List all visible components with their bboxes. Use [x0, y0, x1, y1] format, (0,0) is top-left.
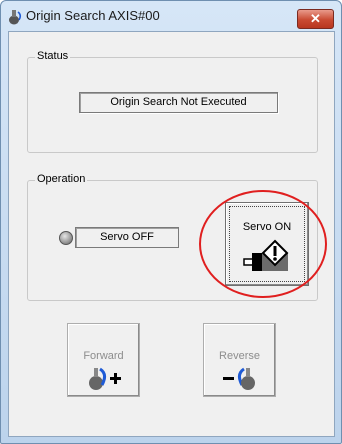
forward-icon: [88, 366, 122, 392]
servo-status-led: [59, 231, 73, 245]
status-group-label: Status: [35, 50, 71, 62]
window-title: Origin Search AXIS#00: [26, 8, 160, 23]
motor-icon: [7, 9, 23, 25]
operation-group-label: Operation: [35, 173, 88, 185]
title-bar[interactable]: Origin Search AXIS#00 ✕: [1, 1, 341, 31]
close-icon: ✕: [310, 11, 321, 26]
reverse-icon: [222, 366, 256, 392]
highlight-ring: [199, 190, 327, 298]
close-button[interactable]: ✕: [297, 9, 334, 29]
origin-search-status-display: Origin Search Not Executed: [79, 92, 278, 113]
forward-label: Forward: [83, 350, 124, 362]
servo-state-display: Servo OFF: [75, 227, 179, 248]
forward-button[interactable]: Forward: [67, 323, 140, 397]
reverse-button[interactable]: Reverse: [203, 323, 276, 397]
reverse-label: Reverse: [219, 350, 260, 362]
